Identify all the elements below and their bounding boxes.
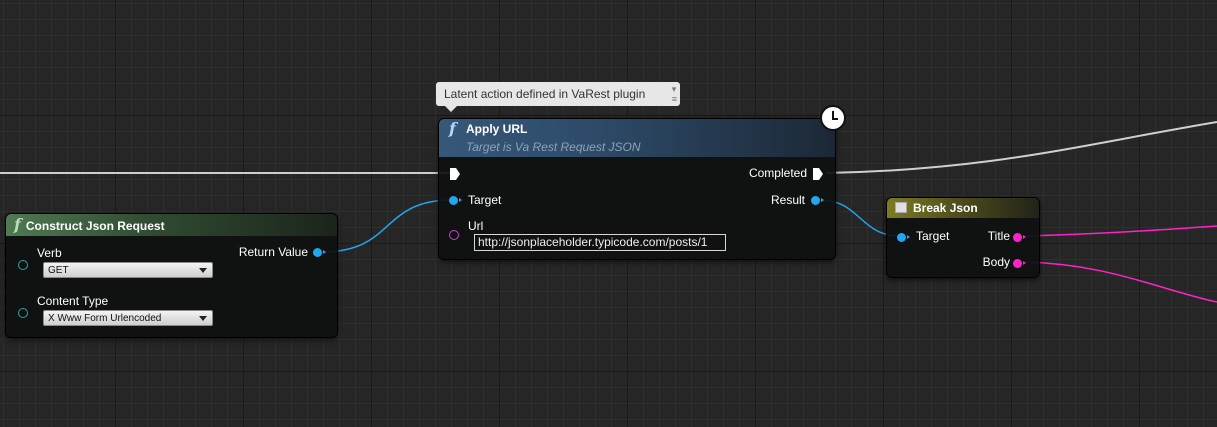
- content-type-pin[interactable]: [18, 308, 28, 318]
- chevron-down-icon: [199, 268, 207, 273]
- title-pin[interactable]: [1013, 233, 1026, 242]
- url-label: Url: [468, 219, 484, 233]
- url-pin[interactable]: [449, 230, 459, 240]
- completed-exec-out-pin[interactable]: [813, 168, 823, 180]
- string-wire-body: [1023, 261, 1217, 303]
- target-label: Target: [468, 193, 502, 207]
- string-wire-title: [1023, 225, 1217, 237]
- apply-node-title: Apply URL: [466, 122, 528, 136]
- construct-node-title: Construct Json Request: [25, 219, 165, 233]
- node-comment-text: Latent action defined in VaRest plugin: [444, 87, 646, 101]
- verb-label: Verb: [37, 246, 62, 260]
- content-type-dropdown[interactable]: X Www Form Urlencoded: [43, 310, 213, 326]
- exec-wire-out: [825, 121, 1217, 174]
- break-node-header[interactable]: Break Json: [887, 198, 1039, 218]
- return-value-pin[interactable]: [313, 248, 326, 257]
- body-pin-label: Body: [982, 255, 1010, 269]
- body-pin[interactable]: [1013, 259, 1026, 268]
- url-input[interactable]: http://jsonplaceholder.typicode.com/post…: [474, 234, 726, 251]
- completed-label: Completed: [748, 166, 807, 180]
- object-wire-construct-to-apply: [321, 199, 453, 253]
- content-type-label: Content Type: [37, 294, 109, 308]
- struct-icon: [895, 202, 907, 213]
- apply-node-header[interactable]: f Apply URL Target is Va Rest Request JS…: [439, 119, 835, 157]
- result-pin[interactable]: [811, 196, 824, 205]
- function-icon: f: [449, 119, 456, 138]
- return-value-label: Return Value: [238, 245, 308, 259]
- break-json-node[interactable]: Break Json Target Title Body: [886, 197, 1040, 278]
- break-target-pin[interactable]: [897, 233, 910, 242]
- title-pin-label: Title: [987, 229, 1010, 243]
- verb-pin[interactable]: [18, 260, 28, 270]
- result-label: Result: [770, 193, 805, 207]
- clock-icon: [820, 105, 846, 131]
- function-icon: f: [14, 215, 21, 234]
- construct-node-header[interactable]: f Construct Json Request: [6, 214, 337, 236]
- chevron-down-icon: [199, 316, 207, 321]
- node-comment-bubble: Latent action defined in VaRest plugin ▾…: [436, 82, 680, 112]
- exec-in-pin[interactable]: [450, 168, 460, 180]
- apply-node-subtitle: Target is Va Rest Request JSON: [466, 140, 641, 154]
- comment-pin-icon[interactable]: ▾ ≡: [672, 84, 677, 104]
- target-pin[interactable]: [449, 196, 462, 205]
- apply-url-node[interactable]: f Apply URL Target is Va Rest Request JS…: [438, 118, 836, 260]
- break-target-label: Target: [916, 229, 950, 243]
- verb-dropdown-value: GET: [48, 265, 69, 276]
- break-node-title: Break Json: [913, 201, 978, 215]
- verb-dropdown[interactable]: GET: [43, 262, 213, 278]
- construct-json-request-node[interactable]: f Construct Json Request Verb GET Content…: [5, 213, 338, 338]
- content-type-dropdown-value: X Www Form Urlencoded: [48, 313, 162, 324]
